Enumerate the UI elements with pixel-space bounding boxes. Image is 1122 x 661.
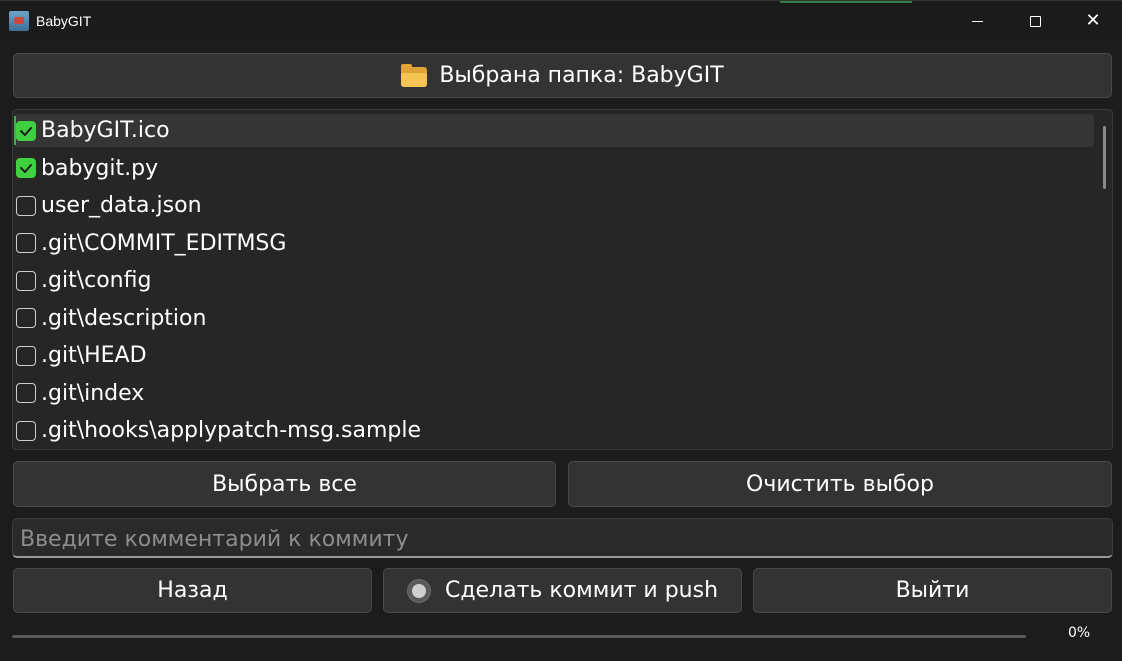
file-list-item[interactable]: user_data.json (14, 189, 1094, 222)
radio-indicator-icon (406, 578, 431, 603)
progress-bar (12, 635, 1026, 638)
file-name: .git\config (41, 268, 152, 293)
file-checkbox[interactable] (16, 420, 36, 441)
back-button-label: Назад (157, 578, 228, 603)
exit-button-label: Выйти (895, 578, 970, 603)
file-list-item[interactable]: .git\hooks\applypatch-msg.sample (14, 414, 1094, 447)
minimize-icon (971, 20, 983, 22)
file-checkbox[interactable] (16, 270, 36, 291)
app-icon (9, 11, 29, 31)
file-checkbox[interactable] (16, 308, 36, 328)
file-list-item[interactable]: .git\description (14, 302, 1094, 335)
commit-push-button[interactable]: Сделать коммит и push (383, 568, 742, 613)
close-icon: ✕ (1085, 10, 1101, 31)
file-checkbox[interactable] (16, 233, 36, 253)
file-checkbox[interactable] (16, 158, 36, 178)
file-name: babygit.py (41, 155, 159, 181)
commit-comment-input[interactable]: Введите комментарий к коммиту (12, 518, 1113, 558)
file-name: .git\HEAD (41, 343, 147, 368)
file-list-item[interactable]: BabyGIT.ico (14, 114, 1094, 147)
file-checkbox[interactable] (16, 345, 36, 366)
select-folder-button[interactable]: Выбрана папка: BabyGIT (13, 53, 1112, 98)
title-bar: BabyGIT ✕ (0, 0, 1122, 42)
window-title: BabyGIT (36, 13, 92, 29)
progress-label: 0% (1068, 625, 1091, 641)
close-button[interactable]: ✕ (1064, 1, 1122, 41)
folder-icon (401, 63, 428, 87)
clear-selection-label: Очистить выбор (746, 471, 934, 497)
file-list-item[interactable]: .git\HEAD (14, 339, 1094, 372)
minimize-button[interactable] (948, 1, 1006, 41)
file-checkbox[interactable] (16, 120, 36, 141)
maximize-icon (1029, 15, 1041, 27)
file-checkbox[interactable] (16, 383, 36, 403)
commit-push-label: Сделать коммит и push (444, 578, 719, 603)
select-all-button[interactable]: Выбрать все (13, 461, 556, 507)
file-list-item[interactable]: .git\COMMIT_EDITMSG (14, 227, 1094, 260)
file-name: .git\COMMIT_EDITMSG (41, 230, 287, 256)
file-list-item[interactable]: babygit.py (14, 152, 1094, 185)
file-name: .git\index (41, 380, 145, 406)
file-name: BabyGIT.ico (41, 118, 170, 143)
file-list-item[interactable]: .git\index (14, 377, 1094, 410)
exit-button[interactable]: Выйти (753, 568, 1112, 613)
back-button[interactable]: Назад (13, 568, 372, 613)
file-checkbox[interactable] (16, 195, 36, 216)
file-name: .git\hooks\applypatch-msg.sample (41, 418, 422, 443)
file-list-scrollbar[interactable] (1103, 126, 1106, 189)
file-name: .git\description (41, 305, 207, 331)
file-name: user_data.json (41, 193, 202, 218)
clear-selection-button[interactable]: Очистить выбор (568, 461, 1112, 507)
file-list-item[interactable]: .git\config (14, 264, 1094, 297)
titlebar-accent (780, 1, 912, 3)
file-list[interactable]: BabyGIT.ico babygit.py user_data.json .git\… (12, 109, 1113, 450)
folder-button-label: Выбрана папка: BabyGIT (439, 63, 724, 88)
select-all-label: Выбрать все (212, 471, 357, 497)
maximize-button[interactable] (1006, 1, 1064, 41)
commit-comment-placeholder: Введите комментарий к коммиту (20, 527, 409, 552)
